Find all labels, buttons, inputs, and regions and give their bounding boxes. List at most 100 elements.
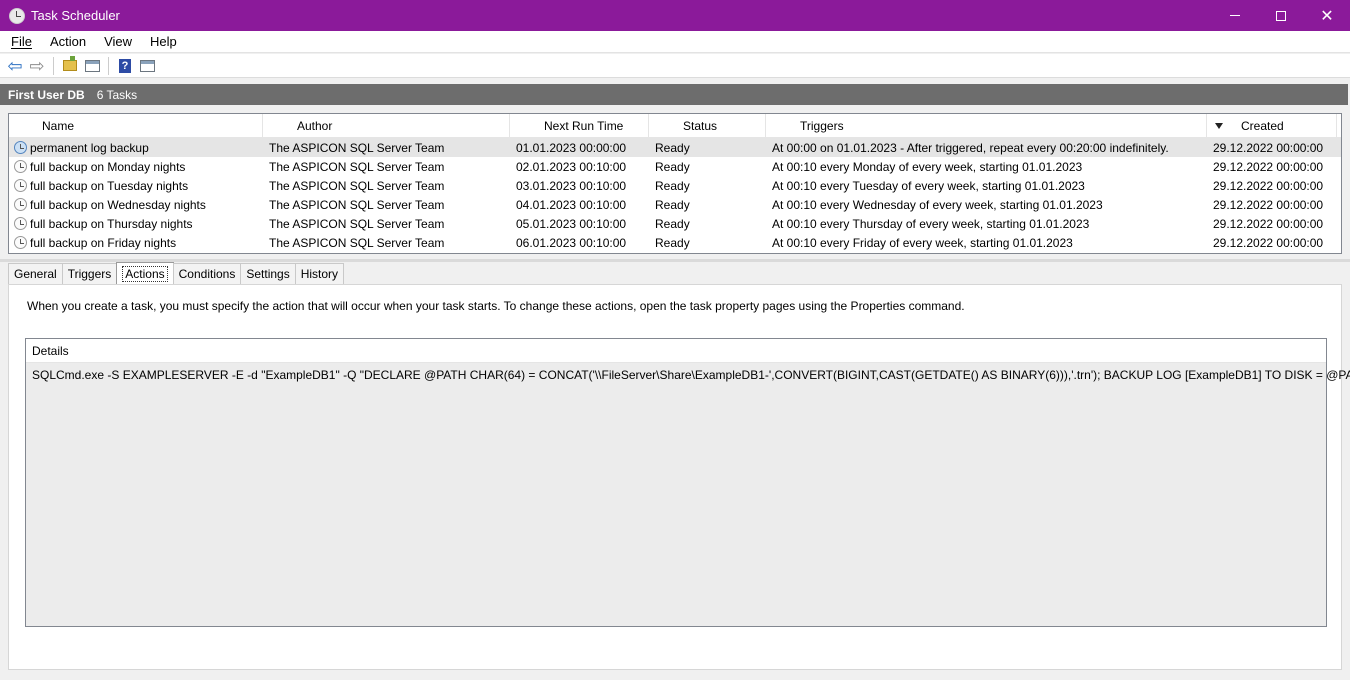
task-created-cell: 29.12.2022 00:00:00: [1213, 197, 1324, 212]
tab-actions[interactable]: Actions: [116, 262, 174, 284]
tab-label: Actions: [122, 265, 168, 282]
details-column-header[interactable]: Details: [26, 339, 1326, 363]
help-button[interactable]: ?: [114, 55, 136, 77]
task-clock-icon: [14, 179, 27, 192]
task-triggers-cell: At 00:10 every Tuesday of every week, st…: [772, 178, 1085, 193]
column-label: Created: [1241, 119, 1284, 133]
column-header-author[interactable]: Author: [263, 114, 510, 138]
back-arrow-icon: ⇦: [7, 55, 23, 76]
task-status-cell: Ready: [655, 178, 690, 193]
tab-label: Conditions: [178, 267, 236, 281]
task-name: full backup on Wednesday nights: [30, 197, 206, 212]
close-icon: ✕: [1320, 7, 1334, 25]
column-header-created[interactable]: Created: [1207, 114, 1337, 138]
column-header-status[interactable]: Status: [649, 114, 766, 138]
task-scheduler-clock-icon: [9, 7, 25, 24]
close-button[interactable]: ✕: [1304, 0, 1350, 31]
folder-title: First User DB: [8, 87, 85, 102]
tab-label: History: [300, 267, 339, 281]
window-title: Task Scheduler: [31, 8, 120, 23]
forward-button[interactable]: ⇨: [26, 55, 48, 77]
tab-history[interactable]: History: [294, 263, 345, 284]
tab-conditions[interactable]: Conditions: [172, 263, 242, 284]
toolbar-separator: [53, 56, 54, 75]
task-name: full backup on Friday nights: [30, 235, 177, 250]
menu-bar: File Action View Help: [0, 31, 1350, 53]
help-icon: ?: [119, 58, 131, 73]
task-author-cell: The ASPICON SQL Server Team: [269, 235, 445, 250]
task-next-run-cell: 02.01.2023 00:10:00: [516, 159, 627, 174]
task-name: full backup on Monday nights: [30, 159, 186, 174]
task-list-header: Name Author Next Run Time Status Trigger…: [9, 114, 1341, 138]
task-next-run-cell: 03.01.2023 00:10:00: [516, 178, 627, 193]
column-label: Next Run Time: [544, 119, 624, 133]
task-triggers-cell: At 00:10 every Wednesday of every week, …: [772, 197, 1103, 212]
task-status-cell: Ready: [655, 159, 690, 174]
pane-splitter[interactable]: [0, 259, 1350, 262]
task-created-cell: 29.12.2022 00:00:00: [1213, 159, 1324, 174]
tab-label: Triggers: [67, 267, 112, 281]
menu-help[interactable]: Help: [139, 34, 184, 49]
detail-tabs: General Triggers Actions Conditions Sett…: [8, 262, 345, 284]
column-header-next-run-time[interactable]: Next Run Time: [510, 114, 649, 138]
table-row[interactable]: full backup on Wednesday nights The ASPI…: [9, 195, 1341, 214]
menu-action[interactable]: Action: [39, 34, 93, 49]
show-hide-action-pane-button[interactable]: [136, 55, 158, 77]
folder-up-icon: [63, 56, 77, 71]
column-label: Name: [42, 119, 75, 133]
task-status-cell: Ready: [655, 216, 690, 231]
task-author-cell: The ASPICON SQL Server Team: [269, 216, 445, 231]
column-label: Author: [297, 119, 333, 133]
tab-triggers[interactable]: Triggers: [61, 263, 118, 284]
task-status-cell: Ready: [655, 235, 690, 250]
show-hide-console-tree-button[interactable]: [81, 55, 103, 77]
task-count: 6 Tasks: [96, 87, 138, 102]
action-row[interactable]: SQLCmd.exe -S EXAMPLESERVER -E -d "Examp…: [26, 365, 1350, 385]
tab-settings[interactable]: Settings: [240, 263, 296, 284]
tab-general[interactable]: General: [8, 263, 63, 284]
details-header-label: Details: [32, 343, 69, 358]
section-header: First User DB 6 Tasks: [0, 84, 1348, 105]
table-row[interactable]: full backup on Friday nights The ASPICON…: [9, 233, 1341, 252]
actions-tab-panel: When you create a task, you must specify…: [8, 284, 1350, 670]
task-created-cell: 29.12.2022 00:00:00: [1213, 178, 1324, 193]
task-created-cell: 29.12.2022 00:00:00: [1213, 216, 1324, 231]
menu-file[interactable]: File: [0, 34, 39, 49]
back-button[interactable]: ⇦: [4, 55, 26, 77]
task-next-run-cell: 06.01.2023 00:10:00: [516, 235, 627, 250]
table-row[interactable]: full backup on Tuesday nights The ASPICO…: [9, 176, 1341, 195]
table-row[interactable]: full backup on Monday nights The ASPICON…: [9, 157, 1341, 176]
task-status-cell: Ready: [655, 140, 690, 155]
column-header-triggers[interactable]: Triggers: [766, 114, 1207, 138]
column-label: Status: [683, 119, 718, 133]
tab-label: Settings: [246, 267, 290, 281]
task-created-cell: 29.12.2022 00:00:00: [1213, 140, 1324, 155]
task-next-run-cell: 05.01.2023 00:10:00: [516, 216, 627, 231]
task-name-cell: permanent log backup: [9, 138, 263, 157]
up-folder-button[interactable]: [59, 55, 81, 77]
task-created-cell: 29.12.2022 00:00:00: [1213, 235, 1324, 250]
task-author-cell: The ASPICON SQL Server Team: [269, 140, 445, 155]
task-name: full backup on Tuesday nights: [30, 178, 189, 193]
title-bar: Task Scheduler ✕: [0, 0, 1350, 31]
maximize-button[interactable]: [1258, 0, 1304, 31]
task-clock-icon: [14, 198, 27, 211]
table-row[interactable]: permanent log backup The ASPICON SQL Ser…: [9, 138, 1341, 157]
task-name: full backup on Thursday nights: [30, 216, 193, 231]
forward-arrow-icon: ⇨: [29, 55, 45, 76]
table-row[interactable]: full backup on Thursday nights The ASPIC…: [9, 214, 1341, 233]
task-name-cell: full backup on Tuesday nights: [9, 176, 263, 195]
action-pane-icon: [139, 59, 155, 72]
task-author-cell: The ASPICON SQL Server Team: [269, 178, 445, 193]
task-clock-icon: [14, 236, 27, 249]
task-next-run-cell: 04.01.2023 00:10:00: [516, 197, 627, 212]
actions-description: When you create a task, you must specify…: [27, 299, 965, 313]
minimize-button[interactable]: [1212, 0, 1258, 31]
tab-label: General: [14, 267, 57, 281]
task-name-cell: full backup on Monday nights: [9, 157, 263, 176]
task-list: Name Author Next Run Time Status Trigger…: [8, 113, 1342, 254]
menu-view[interactable]: View: [93, 34, 139, 49]
task-triggers-cell: At 00:10 every Thursday of every week, s…: [772, 216, 1090, 231]
column-header-name[interactable]: Name: [9, 114, 263, 138]
console-tree-icon: [84, 59, 100, 72]
